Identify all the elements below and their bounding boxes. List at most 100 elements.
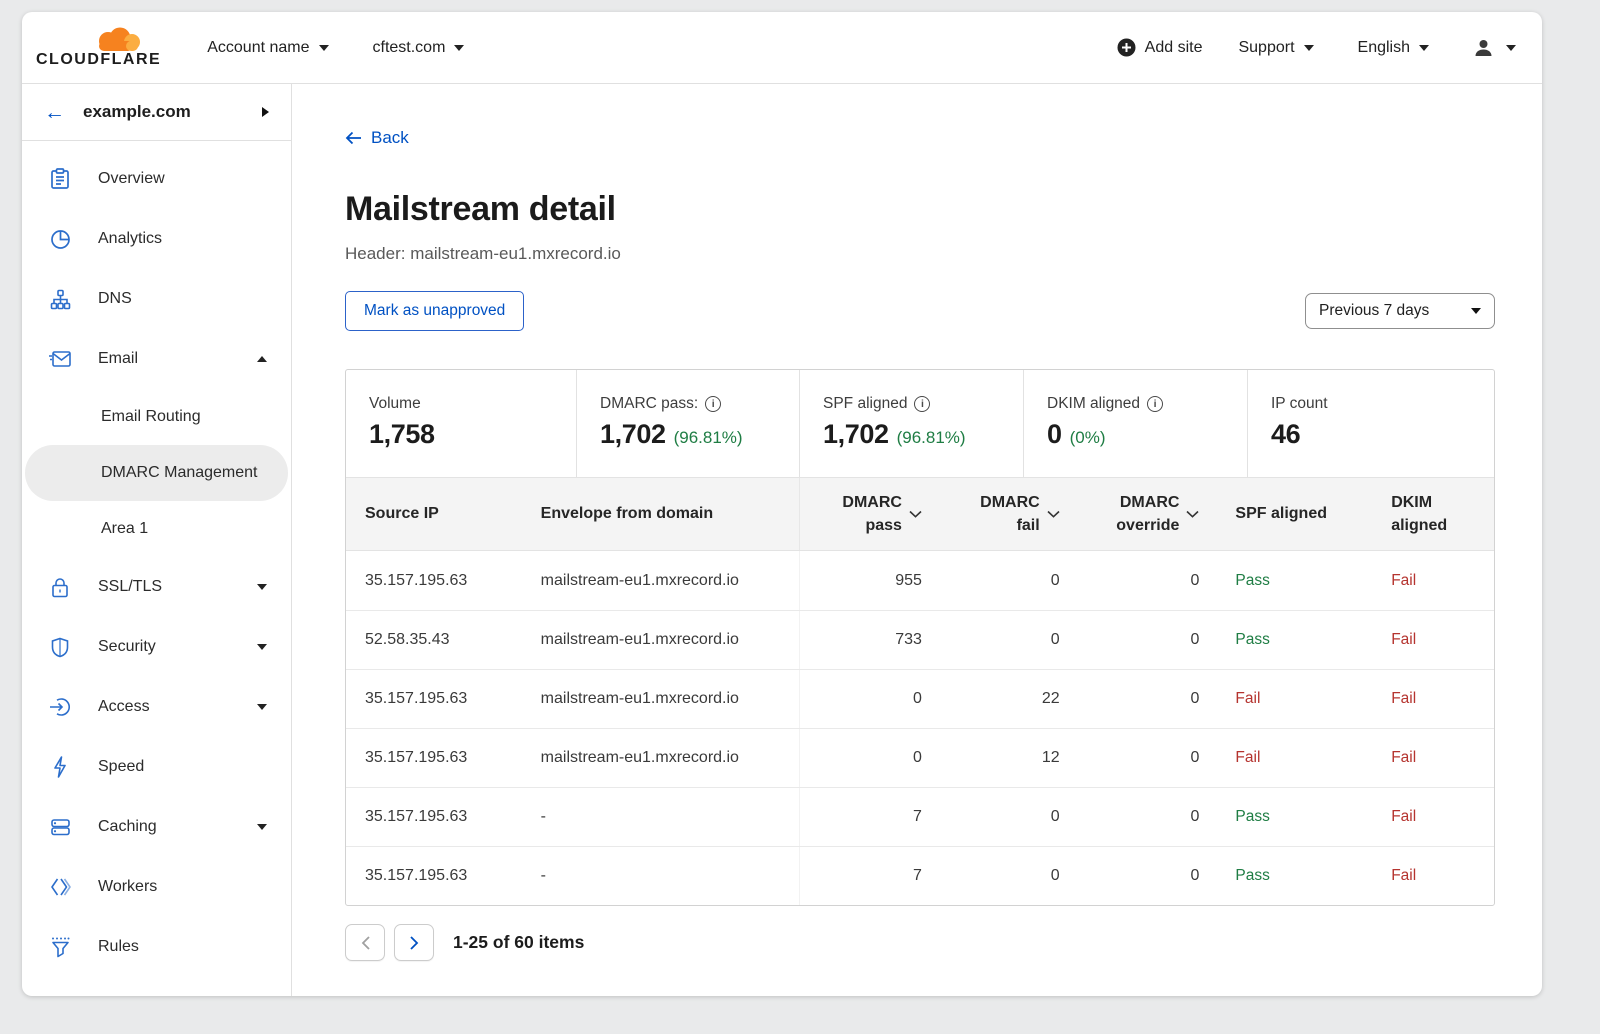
sidebar-item-dns[interactable]: DNS [22,269,291,329]
sidebar-item-label: Email Routing [101,408,201,426]
column-header-envelope-from: Envelope from domain [541,478,801,550]
sidebar-item-analytics[interactable]: Analytics [22,209,291,269]
sidebar-item-email[interactable]: Email [22,329,291,389]
cell-dmarc-fail: 22 [922,690,1060,708]
cell-dmarc-override: 0 [1060,867,1200,885]
table-row[interactable]: 35.157.195.63 mailstream-eu1.mxrecord.io… [346,728,1494,787]
stats-row: Volume 1,758 DMARC pass: i 1,702 (96.81%… [346,370,1494,477]
info-icon[interactable]: i [914,396,930,412]
column-header-dmarc-fail[interactable]: DMARC fail [922,491,1060,537]
info-icon[interactable]: i [1147,396,1163,412]
back-arrow-icon: ← [44,102,65,123]
sidebar-item-workers[interactable]: Workers [22,857,291,917]
sidebar-item-label: Security [98,638,156,656]
column-header-source-ip: Source IP [346,505,541,523]
chevron-up-icon [257,356,267,362]
previous-page-button[interactable] [345,924,385,961]
sidebar-item-overview[interactable]: Overview [22,149,291,209]
sidebar-item-label: Overview [98,170,165,188]
language-menu[interactable]: English [1358,39,1429,57]
site-menu-label: cftest.com [373,39,446,57]
table-row[interactable]: 35.157.195.63 - 7 0 0 Pass Fail [346,846,1494,905]
sidebar-item-label: Speed [98,758,144,776]
cell-envelope-from: mailstream-eu1.mxrecord.io [541,729,801,787]
top-nav: CLOUDFLARE Account name cftest.com Add s… [22,12,1542,84]
account-menu[interactable]: Account name [207,39,328,57]
user-icon [1473,38,1494,58]
shield-icon [48,635,72,659]
sidebar-item-email-routing[interactable]: Email Routing [25,389,288,445]
info-icon[interactable]: i [705,396,721,412]
cell-envelope-from: mailstream-eu1.mxrecord.io [541,611,801,669]
next-page-button[interactable] [394,924,434,961]
cell-source-ip: 35.157.195.63 [346,867,541,885]
stat-dkim-aligned: DKIM aligned i 0 (0%) [1023,370,1247,477]
cell-dmarc-pass: 7 [800,808,922,826]
cloudflare-logo[interactable]: CLOUDFLARE [36,27,161,69]
cell-dmarc-override: 0 [1060,690,1200,708]
sidebar-item-ssl-tls[interactable]: SSL/TLS [22,557,291,617]
cell-spf-aligned: Pass [1199,867,1361,885]
cell-source-ip: 35.157.195.63 [346,749,541,767]
cell-envelope-from: - [541,788,801,846]
envelope-icon [48,347,72,371]
cell-source-ip: 35.157.195.63 [346,572,541,590]
cell-dmarc-override: 0 [1060,808,1200,826]
mailstream-card: Volume 1,758 DMARC pass: i 1,702 (96.81%… [345,369,1495,906]
app-window: CLOUDFLARE Account name cftest.com Add s… [22,12,1542,996]
stat-dmarc-pass: DMARC pass: i 1,702 (96.81%) [576,370,799,477]
cell-dkim-aligned: Fail [1361,808,1494,826]
sidebar-item-caching[interactable]: Caching [22,797,291,857]
sidebar-item-speed[interactable]: Speed [22,737,291,797]
back-link[interactable]: Back [345,128,409,148]
mark-unapproved-button[interactable]: Mark as unapproved [345,291,524,331]
chevron-down-icon [319,45,329,51]
sidebar-item-label: Access [98,698,150,716]
cell-dkim-aligned: Fail [1361,867,1494,885]
sidebar-item-rules[interactable]: Rules [22,917,291,977]
chevron-down-icon [257,584,267,590]
cell-source-ip: 35.157.195.63 [346,808,541,826]
stat-value: 1,758 [369,419,435,450]
date-range-select[interactable]: Previous 7 days [1305,293,1495,329]
table-row[interactable]: 35.157.195.63 mailstream-eu1.mxrecord.io… [346,669,1494,728]
pagination: 1-25 of 60 items [345,924,1492,961]
cell-spf-aligned: Pass [1199,808,1361,826]
add-site-button[interactable]: Add site [1117,38,1203,57]
sidebar-item-security[interactable]: Security [22,617,291,677]
chevron-right-icon [262,107,269,117]
column-header-dkim-aligned: DKIM aligned [1361,491,1494,537]
cell-envelope-from: - [541,847,801,905]
chevron-down-icon [454,45,464,51]
cell-dmarc-fail: 0 [922,808,1060,826]
network-icon [48,287,72,311]
table-row[interactable]: 35.157.195.63 - 7 0 0 Pass Fail [346,787,1494,846]
table-row[interactable]: 52.58.35.43 mailstream-eu1.mxrecord.io 7… [346,610,1494,669]
sidebar-item-label: SSL/TLS [98,578,162,596]
sidebar-item-dmarc-management[interactable]: DMARC Management [25,445,288,501]
sidebar-item-label: DNS [98,290,132,308]
login-arrow-icon [48,695,72,719]
cell-dkim-aligned: Fail [1361,631,1494,649]
back-arrow-icon [345,131,362,145]
support-menu[interactable]: Support [1238,39,1313,57]
cell-dmarc-override: 0 [1060,631,1200,649]
sidebar-nav: Overview Analytics [22,141,291,977]
column-header-dmarc-pass[interactable]: DMARC pass [800,491,922,537]
sidebar-item-label: Rules [98,938,139,956]
sidebar-site-header[interactable]: ← example.com [22,84,291,141]
chevron-right-icon [410,936,419,950]
cell-envelope-from: mailstream-eu1.mxrecord.io [541,551,801,610]
sidebar-item-area1[interactable]: Area 1 [25,501,288,557]
column-header-dmarc-override[interactable]: DMARC override [1060,491,1200,537]
cell-dmarc-override: 0 [1060,572,1200,590]
user-menu[interactable] [1473,38,1516,58]
cell-source-ip: 52.58.35.43 [346,631,541,649]
lightning-bolt-icon [48,755,72,779]
stat-value: 46 [1271,419,1300,450]
stat-ip-count: IP count 46 [1247,370,1494,477]
table-row[interactable]: 35.157.195.63 mailstream-eu1.mxrecord.io… [346,551,1494,610]
site-menu[interactable]: cftest.com [373,39,465,57]
sidebar-item-access[interactable]: Access [22,677,291,737]
chevron-down-icon [1471,308,1481,314]
